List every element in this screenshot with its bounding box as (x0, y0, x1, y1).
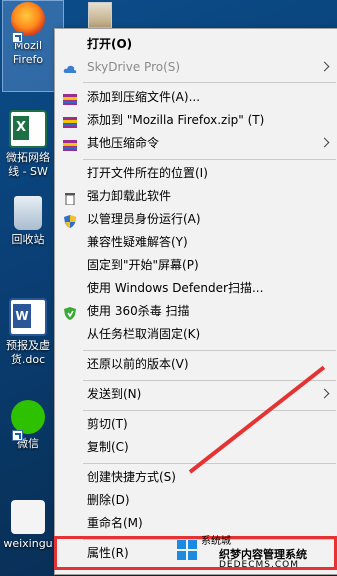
archive-icon (63, 114, 77, 128)
desktop-icon-label: 回收站 (11, 233, 45, 246)
desktop-icon-label: 微信 (17, 437, 39, 450)
menu-item-label: 创建快捷方式(S) (87, 470, 176, 484)
menu-separator (83, 350, 336, 351)
shield-icon (63, 213, 77, 228)
menu-item-label: 使用 360杀毒 扫描 (87, 304, 190, 318)
trash-icon (63, 190, 77, 206)
desktop-icon-label: weixingu (3, 537, 53, 550)
word-icon: W (9, 298, 47, 336)
menu-item-add-to-archive[interactable]: 添加到压缩文件(A)... (55, 86, 337, 109)
menu-item-label: 添加到 "Mozilla Firefox.zip" (T) (87, 113, 265, 127)
windows-logo-icon (177, 540, 197, 560)
firefox-icon (11, 2, 45, 36)
menu-item-label: 删除(D) (87, 493, 130, 507)
menu-item-label: 打开文件所在的位置(I) (87, 166, 208, 180)
menu-separator (83, 410, 336, 411)
shortcut-arrow-icon (12, 430, 23, 441)
menu-separator (83, 380, 336, 381)
menu-item-add-to-zip[interactable]: 添加到 "Mozilla Firefox.zip" (T) (55, 109, 337, 132)
menu-item-label: 打开(O) (87, 37, 133, 51)
menu-separator (83, 159, 336, 160)
desktop-icon-label: 货.doc (10, 353, 46, 366)
menu-item-delete[interactable]: 删除(D) (55, 489, 337, 512)
menu-item-label: 固定到"开始"屏幕(P) (87, 258, 199, 272)
cloud-icon (63, 61, 77, 74)
menu-item-label: 添加到压缩文件(A)... (87, 90, 201, 104)
menu-item-label: 还原以前的版本(V) (87, 357, 189, 371)
menu-item-defender-scan[interactable]: 使用 Windows Defender扫描... (55, 277, 337, 300)
desktop-icon-weixingu[interactable]: weixingu (0, 500, 56, 551)
submenu-arrow-icon (319, 388, 330, 399)
menu-item-label: 发送到(N) (87, 387, 142, 401)
menu-separator (83, 463, 336, 464)
shortcut-arrow-icon (12, 32, 23, 43)
desktop-icon-label: 预报及虚 (6, 339, 50, 352)
weixingu-icon (11, 500, 45, 534)
menu-item-label: 剪切(T) (87, 417, 128, 431)
archive-icon (63, 91, 77, 105)
watermark-site: 系统城 (201, 536, 231, 547)
submenu-arrow-icon (319, 61, 330, 72)
menu-item-label: 从任务栏取消固定(K) (87, 327, 201, 341)
menu-item-label: 兼容性疑难解答(Y) (87, 235, 188, 249)
menu-item-skydrive-pro[interactable]: SkyDrive Pro(S) (55, 56, 337, 79)
desktop-thumbnail[interactable] (88, 2, 112, 28)
menu-item-label: 以管理员身份运行(A) (87, 212, 201, 226)
menu-separator (83, 82, 336, 83)
menu-item-label: SkyDrive Pro(S) (87, 60, 181, 74)
excel-icon: X (9, 110, 47, 148)
context-menu: 打开(O) SkyDrive Pro(S) 添加到压缩文件(A)... 添加到 … (54, 28, 337, 575)
menu-item-label: 复制(C) (87, 440, 129, 454)
desktop-icon-excel[interactable]: X 微拓网络 线 - SW (0, 110, 56, 179)
menu-item-force-uninstall[interactable]: 强力卸载此软件 (55, 185, 337, 208)
desktop-icon-word[interactable]: W 预报及虚 货.doc (0, 298, 56, 367)
menu-item-pin-to-start[interactable]: 固定到"开始"屏幕(P) (55, 254, 337, 277)
menu-item-open-file-location[interactable]: 打开文件所在的位置(I) (55, 162, 337, 185)
menu-item-label: 使用 Windows Defender扫描... (87, 281, 264, 295)
watermark: 系统城 织梦内容管理系统 DEDECMS.COM (177, 530, 333, 574)
desktop-icon-label: Firefo (12, 53, 44, 66)
watermark-domain: DEDECMS.COM (219, 560, 299, 570)
menu-item-copy[interactable]: 复制(C) (55, 436, 337, 459)
menu-item-label: 强力卸载此软件 (87, 189, 172, 203)
archive-icon (63, 137, 77, 151)
recycle-bin-icon (14, 196, 42, 230)
menu-item-compatibility[interactable]: 兼容性疑难解答(Y) (55, 231, 337, 254)
desktop-icon-firefox[interactable]: Mozil Firefo (0, 2, 56, 67)
menu-item-open[interactable]: 打开(O) (55, 33, 337, 56)
menu-item-label: 其他压缩命令 (87, 136, 160, 150)
desktop-icon-label: 线 - SW (8, 165, 48, 178)
desktop-icon-label: Mozil (13, 39, 43, 52)
menu-item-restore-previous[interactable]: 还原以前的版本(V) (55, 353, 337, 376)
menu-item-other-compress[interactable]: 其他压缩命令 (55, 132, 337, 155)
wechat-icon (11, 400, 45, 434)
menu-item-run-as-admin[interactable]: 以管理员身份运行(A) (55, 208, 337, 231)
desktop-icon-wechat[interactable]: 微信 (0, 400, 56, 451)
desktop-icon-recycle-bin[interactable]: 回收站 (0, 196, 56, 247)
menu-item-unpin-taskbar[interactable]: 从任务栏取消固定(K) (55, 323, 337, 346)
360-icon (63, 305, 77, 320)
menu-item-cut[interactable]: 剪切(T) (55, 413, 337, 436)
menu-item-360-scan[interactable]: 使用 360杀毒 扫描 (55, 300, 337, 323)
menu-item-label: 重命名(M) (87, 516, 143, 530)
desktop-icon-label: 微拓网络 (6, 151, 50, 164)
submenu-arrow-icon (319, 137, 330, 148)
